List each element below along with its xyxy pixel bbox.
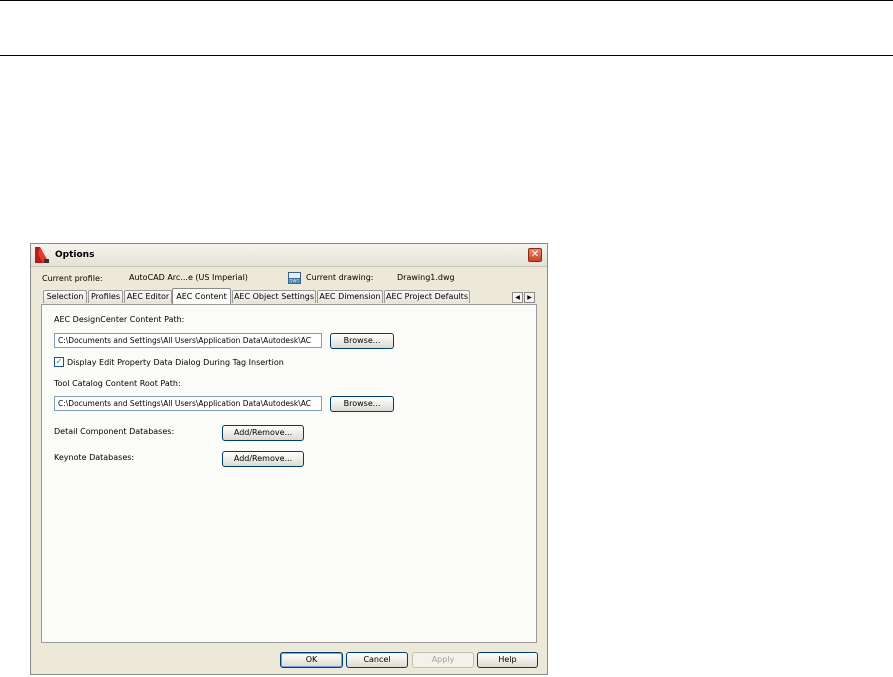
tool-catalog-path-label: Tool Catalog Content Root Path: [54,379,181,388]
designcenter-path-input[interactable]: C:\Documents and Settings\All Users\Appl… [54,333,322,348]
aec-content-panel: AEC DesignCenter Content Path: C:\Docume… [41,304,537,643]
tab-selection[interactable]: Selection [43,290,87,303]
current-profile-label: Current profile: [42,274,103,283]
header-rule [0,55,893,56]
tool-catalog-browse-button[interactable]: Browse... [330,396,394,412]
options-dialog: Options ✕ Current profile: AutoCAD Arc..… [30,243,548,675]
detail-component-databases-label: Detail Component Databases: [54,427,175,436]
tab-profiles[interactable]: Profiles [88,290,123,303]
dialog-title: Options [55,250,95,260]
current-drawing-value: Drawing1.dwg [397,273,455,282]
top-rule [0,0,893,1]
apply-button: Apply [412,652,474,668]
tab-aec-object-settings[interactable]: AEC Object Settings [232,290,316,303]
title-bar[interactable]: Options ✕ [31,244,547,267]
edit-property-data-checkbox[interactable]: ✓ [54,357,64,367]
tab-aec-dimension[interactable]: AEC Dimension [317,290,383,303]
close-button[interactable]: ✕ [528,248,542,262]
cancel-button[interactable]: Cancel [346,652,408,668]
drawing-file-icon: DWG [288,272,301,284]
tab-aec-content[interactable]: AEC Content [172,288,231,304]
detail-component-add-remove-button[interactable]: Add/Remove... [222,425,304,441]
tab-scroll-right-button[interactable]: ▶ [524,292,535,303]
tab-scroll-left-button[interactable]: ◀ [512,292,523,303]
tab-aec-project-defaults[interactable]: AEC Project Defaults [384,290,470,303]
autocad-app-icon [35,247,49,263]
keynote-databases-label: Keynote Databases: [54,453,135,462]
designcenter-path-label: AEC DesignCenter Content Path: [54,315,185,324]
current-drawing-label: Current drawing: [306,273,374,282]
help-button[interactable]: Help [477,652,538,668]
keynote-add-remove-button[interactable]: Add/Remove... [222,451,304,467]
current-profile-value: AutoCAD Arc...e (US Imperial) [129,273,248,282]
edit-property-data-checkbox-label: Display Edit Property Data Dialog During… [67,358,284,367]
designcenter-browse-button[interactable]: Browse... [330,333,394,349]
ok-button[interactable]: OK [280,652,343,668]
tab-aec-editor[interactable]: AEC Editor [124,290,172,303]
svg-text:DWG: DWG [289,279,299,284]
tool-catalog-path-input[interactable]: C:\Documents and Settings\All Users\Appl… [54,396,322,411]
